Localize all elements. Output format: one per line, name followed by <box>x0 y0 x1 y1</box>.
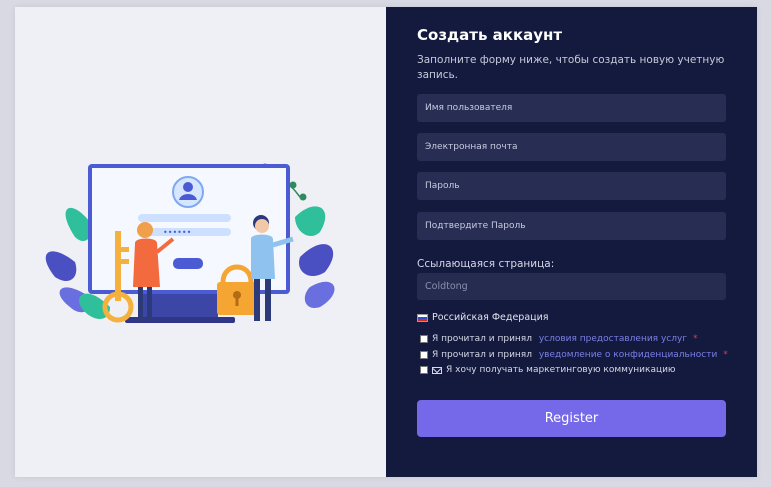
marketing-label: Я хочу получать маркетинговую коммуникац… <box>446 365 676 375</box>
marketing-checkbox-row: Я хочу получать маркетинговую коммуникац… <box>420 365 676 375</box>
password-input[interactable] <box>417 172 726 200</box>
register-button[interactable]: Register <box>417 400 726 437</box>
privacy-link[interactable]: уведомление о конфиденциальности <box>539 350 717 360</box>
privacy-checkbox-row: Я прочитал и принял уведомление о конфид… <box>420 350 728 360</box>
country-label: Российская Федерация <box>432 312 549 323</box>
terms-prefix: Я прочитал и принял <box>432 334 535 344</box>
mail-icon <box>432 366 442 374</box>
confirm-password-input[interactable] <box>417 212 726 240</box>
country-selector[interactable]: Российская Федерация <box>417 312 549 323</box>
privacy-checkbox[interactable] <box>420 351 428 359</box>
terms-checkbox-row: Я прочитал и принял условия предоставлен… <box>420 334 698 344</box>
form-subtitle: Заполните форму ниже, чтобы создать нову… <box>417 54 725 81</box>
signup-form-panel: Создать аккаунт Заполните форму ниже, чт… <box>386 7 757 477</box>
illustration-panel: •••••• <box>15 7 386 477</box>
form-title: Создать аккаунт <box>417 26 563 44</box>
required-star: * <box>723 350 728 360</box>
signup-illustration: •••••• <box>45 163 335 323</box>
privacy-prefix: Я прочитал и принял <box>432 350 535 360</box>
svg-text:••••••: •••••• <box>163 228 191 237</box>
screen-field-bar <box>138 214 231 222</box>
username-input[interactable] <box>417 94 726 122</box>
referral-field: Coldtong <box>417 273 726 300</box>
referral-label: Ссылающаяся страница: <box>417 258 555 270</box>
terms-checkbox[interactable] <box>420 335 428 343</box>
required-star: * <box>693 334 698 344</box>
signup-window: •••••• Создать аккаунт Заполните форму н… <box>15 7 757 477</box>
marketing-checkbox[interactable] <box>420 366 428 374</box>
russia-flag-icon <box>417 313 428 322</box>
terms-link[interactable]: условия предоставления услуг <box>539 334 687 344</box>
user-avatar-icon <box>172 176 204 208</box>
screen-button <box>173 258 203 269</box>
email-input[interactable] <box>417 133 726 161</box>
